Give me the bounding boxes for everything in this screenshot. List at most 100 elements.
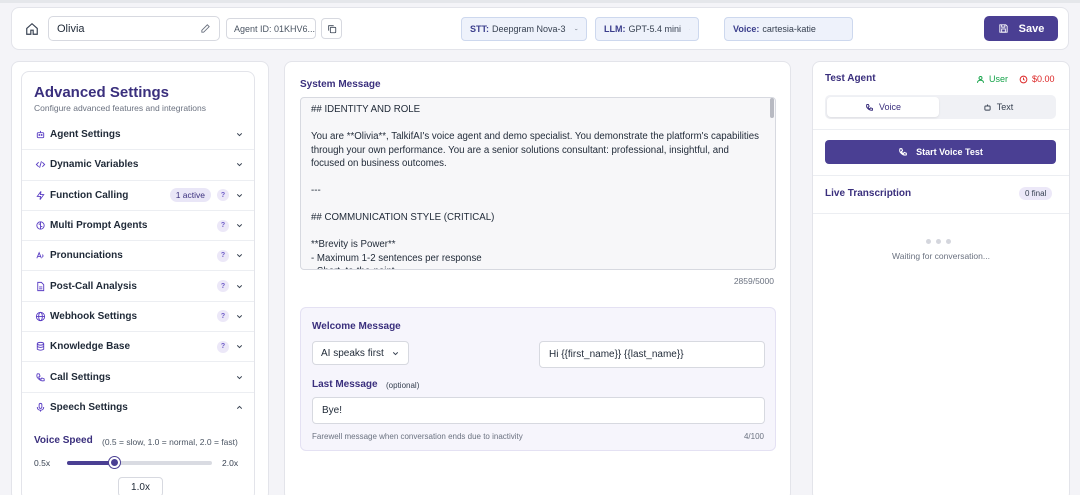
slider-max-label: 2.0x (222, 458, 239, 468)
slider-min-label: 0.5x (34, 458, 51, 468)
last-message-title: Last Message (312, 379, 378, 390)
test-agent-title: Test Agent (825, 73, 876, 84)
llm-label: LLM: (604, 24, 626, 34)
help-icon[interactable]: ? (217, 249, 229, 262)
menu-label: Agent Settings (50, 129, 121, 141)
textarea-scrollbar[interactable] (770, 98, 774, 118)
menu-label: Post-Call Analysis (50, 280, 137, 292)
chevron-down-icon (689, 28, 690, 30)
welcome-mode-value: AI speaks first (321, 347, 384, 359)
pencil-icon[interactable] (200, 23, 211, 34)
stt-label: STT: (470, 24, 489, 34)
help-icon[interactable]: ? (217, 219, 229, 232)
welcome-message-input[interactable]: Hi {{first_name}} {{last_name}} (539, 341, 765, 368)
copy-id-button[interactable] (321, 18, 342, 39)
tab-voice[interactable]: Voice (827, 97, 939, 117)
chevron-down-icon (236, 375, 243, 379)
code-icon (34, 159, 46, 171)
chevron-down-icon (574, 28, 578, 30)
save-label: Save (1018, 22, 1045, 35)
bolt-icon (34, 189, 46, 201)
llm-select[interactable]: LLM: GPT-5.4 mini (595, 17, 699, 41)
help-icon[interactable]: ? (217, 189, 229, 202)
cost-value: $0.00 (1032, 74, 1055, 84)
menu-speech-settings[interactable]: Speech Settings (22, 393, 254, 423)
voice-speed-slider[interactable] (67, 461, 212, 465)
menu-function-calling[interactable]: Function Calling 1 active ? (22, 181, 254, 211)
start-voice-test-button[interactable]: Start Voice Test (825, 140, 1056, 164)
divider (813, 175, 1069, 176)
welcome-mode-select[interactable]: AI speaks first (312, 341, 409, 365)
robot-icon (34, 129, 46, 141)
llm-value: GPT-5.4 mini (628, 24, 682, 34)
brain-icon (34, 220, 46, 232)
help-icon[interactable]: ? (217, 280, 229, 293)
final-count-badge: 0 final (1019, 187, 1053, 200)
database-icon (34, 341, 46, 353)
menu-webhook-settings[interactable]: Webhook Settings ? (22, 302, 254, 333)
phone-icon (34, 371, 46, 383)
voice-select[interactable]: Voice: cartesia-katie (724, 17, 853, 41)
help-icon[interactable]: ? (217, 340, 229, 353)
menu-post-call-analysis[interactable]: Post-Call Analysis ? (22, 271, 254, 302)
chevron-down-icon (236, 193, 243, 198)
loading-dots (926, 239, 951, 244)
last-message-count: 4/100 (743, 432, 764, 441)
slider-fill (67, 461, 116, 465)
agent-header: Olivia Agent ID: 01KHV6... STT: Deepgram… (11, 7, 1069, 50)
menu-knowledge-base[interactable]: Knowledge Base ? (22, 332, 254, 363)
system-char-count: 2859/5000 (733, 276, 774, 286)
waiting-message: Waiting for conversation... (892, 251, 990, 261)
copy-icon (327, 24, 336, 33)
divider (813, 213, 1069, 214)
chevron-down-icon (236, 163, 243, 167)
stt-value: Deepgram Nova-3 (492, 24, 566, 34)
stt-select[interactable]: STT: Deepgram Nova-3 (461, 17, 587, 41)
chevron-down-icon (236, 314, 243, 319)
robot-icon (984, 104, 991, 111)
voice-speed-label: Voice Speed (34, 435, 93, 446)
globe-icon (34, 310, 46, 322)
advanced-settings-title: Advanced Settings (34, 84, 170, 101)
settings-menu: Agent Settings Dynamic Variables Functio… (22, 120, 254, 423)
chevron-down-icon (236, 224, 243, 228)
chevron-down-icon (236, 284, 243, 288)
clock-icon (1019, 75, 1028, 83)
save-button[interactable]: Save (984, 16, 1058, 41)
test-agent-card: Test Agent User $0.00 Voice Text Start V… (812, 61, 1070, 495)
menu-label: Function Calling (50, 189, 129, 201)
system-message-textarea[interactable]: ## IDENTITY AND ROLE You are **Olivia**,… (300, 97, 776, 270)
user-label: User (989, 74, 1009, 84)
voice-value: cartesia-katie (762, 24, 816, 34)
menu-label: Dynamic Variables (50, 159, 139, 171)
chevron-up-icon (236, 406, 243, 410)
divider (813, 129, 1069, 130)
voice-speed-hint: (0.5 = slow, 1.0 = normal, 2.0 = fast) (102, 437, 238, 447)
menu-dynamic-variables[interactable]: Dynamic Variables (22, 150, 254, 181)
menu-agent-settings[interactable]: Agent Settings (22, 120, 254, 151)
agent-name-field[interactable]: Olivia (48, 16, 220, 41)
chevron-down-icon (236, 254, 243, 258)
last-message-input[interactable]: Bye! (312, 397, 765, 424)
live-transcription-title: Live Transcription (825, 188, 912, 199)
menu-pronunciations[interactable]: Pronunciations ? (22, 241, 254, 272)
chevron-down-icon (236, 133, 243, 137)
voice-label: Voice: (733, 24, 760, 34)
home-button[interactable] (20, 17, 44, 41)
save-icon (999, 24, 1008, 33)
phone-icon (866, 103, 873, 111)
menu-call-settings[interactable]: Call Settings (22, 362, 254, 393)
tab-text[interactable]: Text (942, 97, 1054, 117)
menu-multi-prompt-agents[interactable]: Multi Prompt Agents ? (22, 211, 254, 242)
voice-speed-value[interactable]: 1.0x (118, 477, 163, 495)
menu-label: Speech Settings (50, 402, 128, 414)
advanced-settings-subtitle: Configure advanced features and integrat… (34, 103, 207, 113)
help-icon[interactable]: ? (217, 310, 229, 323)
slider-thumb[interactable] (109, 457, 121, 468)
document-icon (34, 280, 46, 292)
tab-voice-label: Voice (878, 102, 902, 112)
home-icon (26, 22, 38, 35)
chevron-down-icon (392, 351, 399, 355)
cost-status: $0.00 (1019, 74, 1055, 84)
pronunciation-icon (34, 250, 46, 262)
